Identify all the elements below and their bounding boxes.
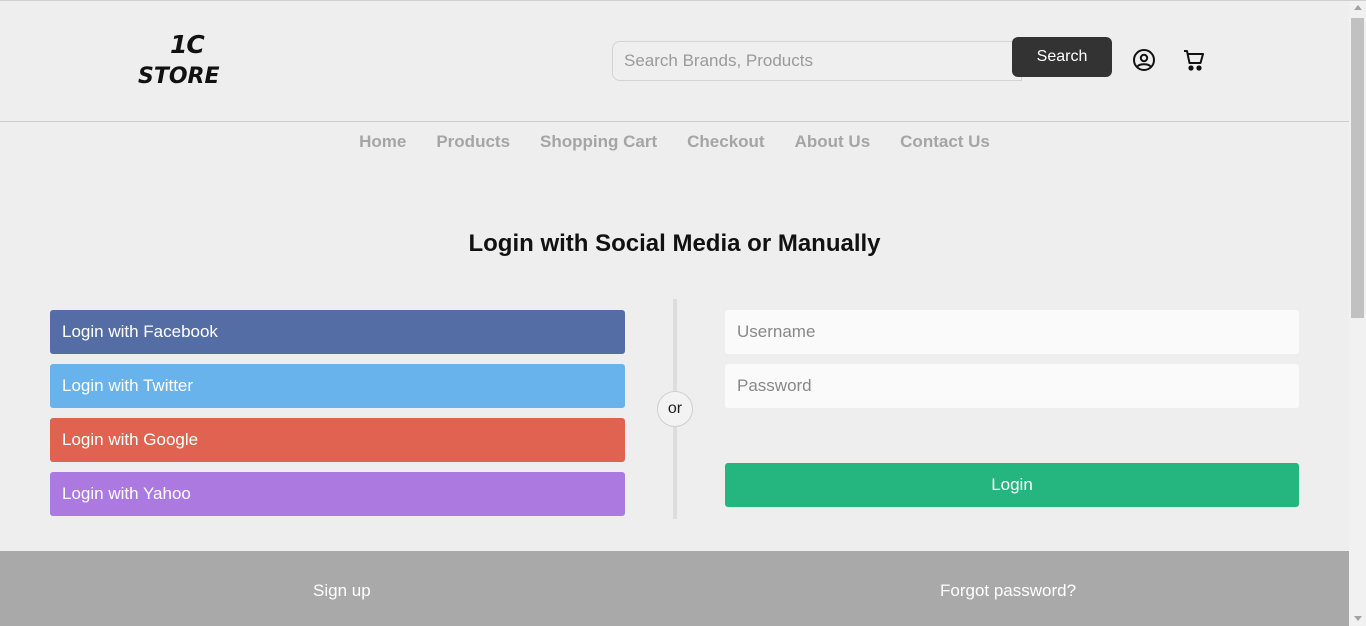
search-button[interactable]: Search [1012,37,1112,77]
nav-about-us[interactable]: About Us [780,123,886,161]
login-twitter-button[interactable]: Login with Twitter [50,364,625,408]
nav-products[interactable]: Products [421,123,525,161]
password-field[interactable] [725,364,1299,408]
main-nav: Home Products Shopping Cart Checkout Abo… [0,123,1349,161]
logo-text-top: 1C [170,30,205,59]
shopping-cart-icon[interactable] [1181,47,1207,73]
sign-up-link[interactable]: Sign up [313,581,371,601]
login-google-button[interactable]: Login with Google [50,418,625,462]
nav-shopping-cart[interactable]: Shopping Cart [525,123,672,161]
store-logo[interactable]: 1C STORE [138,30,236,92]
user-circle-icon[interactable] [1131,47,1157,73]
nav-home[interactable]: Home [344,123,421,161]
scroll-down-arrow-icon[interactable] [1354,616,1362,621]
username-field[interactable] [725,310,1299,354]
logo-text-bottom: STORE [138,64,220,89]
search-input[interactable] [612,41,1022,81]
login-button[interactable]: Login [725,463,1299,507]
or-separator: or [657,391,693,427]
nav-contact-us[interactable]: Contact Us [885,123,1005,161]
login-yahoo-button[interactable]: Login with Yahoo [50,472,625,516]
nav-checkout[interactable]: Checkout [672,123,779,161]
scrollbar-thumb[interactable] [1351,18,1364,318]
site-header: 1C STORE Search [0,1,1349,122]
scroll-up-arrow-icon[interactable] [1354,5,1362,10]
bottom-links-bar: Sign up Forgot password? [0,551,1349,626]
vertical-scrollbar[interactable] [1349,1,1366,626]
login-title: Login with Social Media or Manually [468,230,881,257]
login-facebook-button[interactable]: Login with Facebook [50,310,625,354]
forgot-password-link[interactable]: Forgot password? [940,581,1076,601]
